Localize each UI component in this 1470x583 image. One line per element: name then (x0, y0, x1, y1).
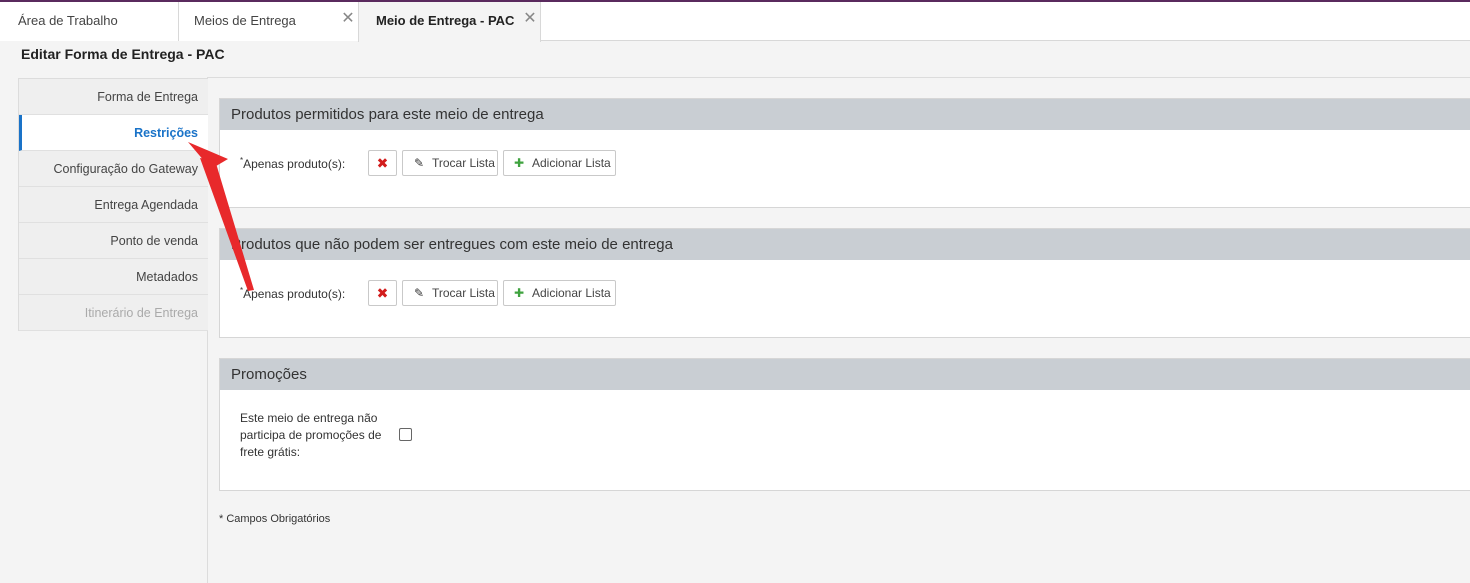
sidebar-item-forma-de-entrega[interactable]: Forma de Entrega (19, 79, 208, 115)
button-label: Adicionar Lista (532, 156, 611, 170)
panel-title: Produtos permitidos para este meio de en… (220, 99, 1470, 130)
close-icon: ✖ (376, 155, 389, 171)
sidebar-item-restricoes[interactable]: Restrições (19, 115, 208, 151)
remove-list-button[interactable]: ✖ (368, 280, 397, 306)
close-icon[interactable]: ✕ (340, 2, 356, 36)
sidebar-item-configuracao-gateway[interactable]: Configuração do Gateway (19, 151, 208, 187)
swap-list-button[interactable]: ✎ Trocar Lista (402, 280, 498, 306)
add-list-button[interactable]: ✚ Adicionar Lista (503, 150, 616, 176)
sidebar-nav: Forma de Entrega Restrições Configuração… (18, 78, 208, 331)
tab-label: Meio de Entrega - PAC (376, 13, 515, 28)
panel-title: Produtos que não podem ser entregues com… (220, 229, 1470, 260)
allowed-products-panel: Produtos permitidos para este meio de en… (219, 98, 1470, 208)
pencil-icon: ✎ (413, 286, 425, 300)
sidebar-item-ponto-de-venda[interactable]: Ponto de venda (19, 223, 208, 259)
blocked-products-panel: Produtos que não podem ser entregues com… (219, 228, 1470, 338)
plus-icon: ✚ (513, 156, 525, 170)
tab-meios-de-entrega[interactable]: Meios de Entrega ✕ (179, 2, 359, 41)
field-label: *Apenas produto(s): (240, 286, 345, 301)
sidebar-item-metadados[interactable]: Metadados (19, 259, 208, 295)
panel-title: Promoções (220, 359, 1470, 390)
divider (207, 77, 1470, 78)
close-icon: ✖ (376, 285, 389, 301)
page-title: Editar Forma de Entrega - PAC (21, 46, 225, 62)
plus-icon: ✚ (513, 286, 525, 300)
close-icon[interactable]: ✕ (522, 2, 538, 36)
remove-list-button[interactable]: ✖ (368, 150, 397, 176)
add-list-button[interactable]: ✚ Adicionar Lista (503, 280, 616, 306)
field-label: *Apenas produto(s): (240, 156, 345, 171)
free-shipping-label: Este meio de entrega não participa de pr… (240, 411, 382, 459)
tab-label: Meios de Entrega (194, 13, 296, 28)
button-label: Trocar Lista (432, 156, 495, 170)
pencil-icon: ✎ (413, 156, 425, 170)
tab-meio-de-entrega-pac[interactable]: Meio de Entrega - PAC ✕ (358, 2, 541, 42)
swap-list-button[interactable]: ✎ Trocar Lista (402, 150, 498, 176)
button-label: Trocar Lista (432, 286, 495, 300)
free-shipping-checkbox[interactable] (399, 428, 412, 441)
tab-area-de-trabalho[interactable]: Área de Trabalho (0, 2, 179, 41)
tab-bar: Área de Trabalho Meios de Entrega ✕ Meio… (0, 2, 1470, 42)
sidebar-item-itinerario-de-entrega: Itinerário de Entrega (19, 295, 208, 331)
sidebar-item-entrega-agendada[interactable]: Entrega Agendada (19, 187, 208, 223)
button-label: Adicionar Lista (532, 286, 611, 300)
required-fields-note: * Campos Obrigatórios (219, 513, 331, 525)
field-label-text: Apenas produto(s): (243, 157, 346, 171)
promotions-panel: Promoções Este meio de entrega não parti… (219, 358, 1470, 491)
field-label-text: Apenas produto(s): (243, 287, 346, 301)
tab-label: Área de Trabalho (18, 13, 118, 28)
